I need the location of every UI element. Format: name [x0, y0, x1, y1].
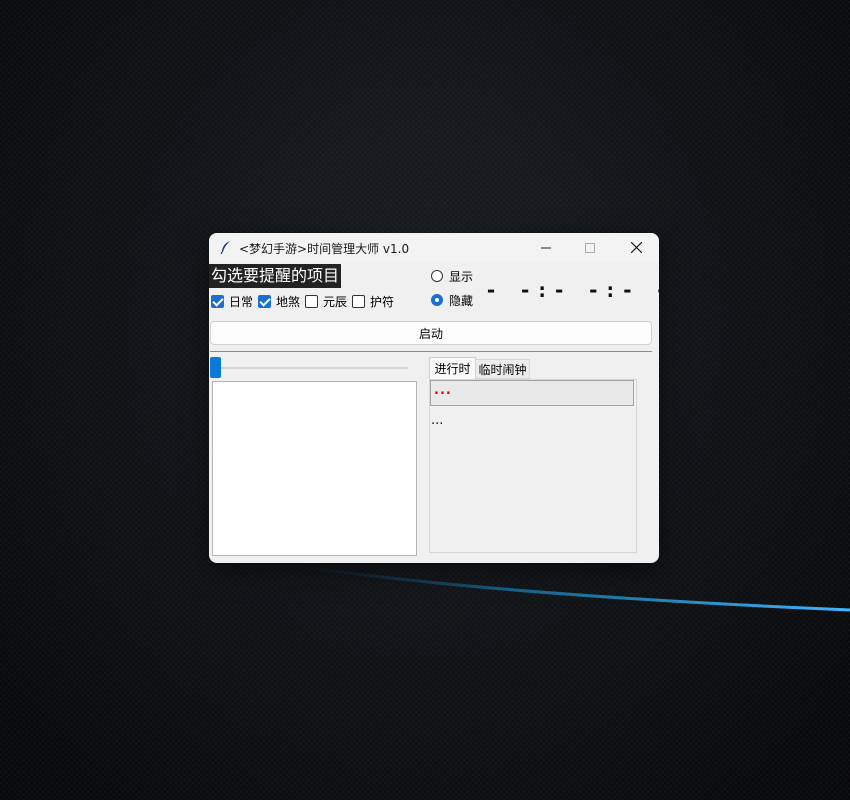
checkbox-yuanchen[interactable]: 元辰 [305, 294, 348, 309]
checkbox-daily[interactable]: 日常 [211, 294, 254, 309]
checkbox-hufu[interactable]: 护符 [352, 294, 395, 309]
maximize-button[interactable] [567, 233, 613, 262]
close-icon [630, 242, 642, 253]
checkbox-box[interactable] [352, 294, 365, 308]
maximize-icon [585, 242, 595, 253]
checkbox-box[interactable] [211, 294, 224, 308]
radio-label: 显示 [449, 269, 474, 284]
checkbox-label: 护符 [370, 294, 395, 309]
app-window: <梦幻手游>时间管理大师 v1.0 勾选要提醒的项目 日常 地煞 元辰 护符 显… [209, 233, 659, 563]
reminder-heading: 勾选要提醒的项目 [209, 264, 342, 288]
feather-icon [220, 241, 230, 255]
divider [210, 351, 652, 352]
panel-text: ... [431, 413, 444, 428]
tab-temp-alarm[interactable]: 临时闹钟 [476, 359, 530, 379]
checkbox-disha[interactable]: 地煞 [258, 294, 301, 309]
radio-circle[interactable] [431, 270, 443, 282]
window-title: <梦幻手游>时间管理大师 v1.0 [239, 242, 410, 256]
radio-show[interactable]: 显示 [431, 268, 473, 284]
slider-track[interactable] [221, 367, 408, 369]
slider-thumb[interactable] [210, 357, 221, 378]
title-bar[interactable]: <梦幻手游>时间管理大师 v1.0 [209, 233, 659, 262]
tab-in-progress[interactable]: 进行时 [429, 357, 476, 379]
close-button[interactable] [613, 233, 659, 262]
minimize-icon [541, 247, 551, 248]
log-textarea[interactable] [212, 381, 417, 556]
entry-value: ... [434, 383, 452, 398]
radio-circle[interactable] [431, 294, 443, 306]
clock-display: - -:- -:- - [485, 278, 659, 302]
checkbox-box[interactable] [305, 294, 318, 308]
desktop-light-streak [290, 563, 850, 612]
start-button[interactable]: 启动 [210, 321, 652, 345]
checkbox-box[interactable] [258, 294, 271, 308]
radio-label: 隐藏 [449, 293, 474, 308]
checkbox-label: 日常 [229, 294, 254, 309]
checkbox-label: 地煞 [276, 294, 301, 309]
radio-hide[interactable]: 隐藏 [431, 292, 473, 308]
checkbox-label: 元辰 [323, 294, 348, 309]
minimize-button[interactable] [523, 233, 569, 262]
status-entry[interactable]: ... [430, 380, 634, 406]
